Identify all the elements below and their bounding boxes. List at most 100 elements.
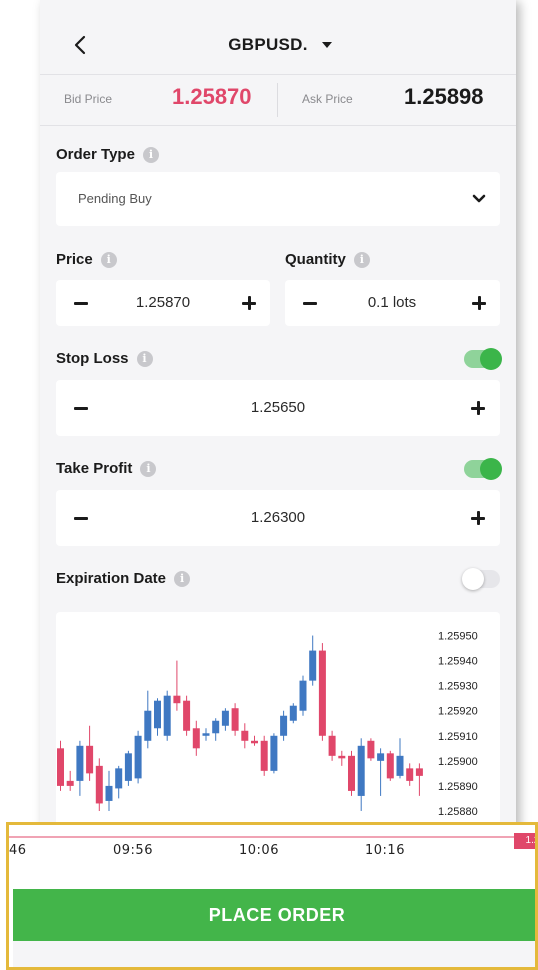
place-order-button[interactable]: PLACE ORDER [13, 889, 535, 941]
candle-body [163, 695, 171, 736]
quantity-label: Quantity [285, 251, 346, 268]
highlight-box: 46 09:56 10:06 10:16 1.25 PLACE ORDER [6, 822, 538, 970]
ask-price-label: Ask Price [302, 92, 353, 106]
stop-loss-label-row: Stop Loss i [56, 350, 153, 367]
divider [277, 83, 278, 117]
quantity-decrement-button[interactable] [303, 302, 317, 305]
price-stepper: 1.25870 [56, 280, 270, 326]
back-arrow-icon[interactable] [70, 30, 92, 60]
candle-body [76, 745, 84, 781]
stop-loss-value[interactable]: 1.25650 [206, 399, 350, 416]
candle [163, 690, 171, 741]
stop-loss-decrement-button[interactable] [74, 407, 88, 410]
candle [231, 703, 239, 736]
x-tick-label: 10:06 [239, 843, 279, 858]
take-profit-value[interactable]: 1.26300 [206, 509, 350, 526]
info-icon[interactable]: i [100, 251, 117, 268]
candle [251, 735, 258, 746]
candle-body [328, 735, 336, 756]
candle [173, 660, 181, 711]
price-label-row: Price i [56, 251, 117, 268]
x-tick-label: 10:16 [365, 843, 405, 858]
candle-body [241, 730, 249, 741]
candle-body [289, 705, 297, 721]
price-chart[interactable]: 1.25950 1.25940 1.25930 1.25920 1.25910 1.259… [56, 612, 500, 832]
candle [367, 738, 375, 761]
bid-price-value: 1.25870 [172, 84, 252, 109]
candle-body [357, 745, 365, 796]
candle [289, 703, 297, 724]
bid-price-label: Bid Price [64, 92, 113, 106]
price-label: Price [56, 251, 93, 268]
expiration-label: Expiration Date [56, 570, 167, 587]
candle-body [173, 695, 181, 704]
toggle-knob [480, 348, 502, 370]
candle-body [251, 740, 258, 744]
take-profit-increment-button[interactable] [471, 511, 485, 525]
y-tick-label: 1.25910 [438, 731, 478, 743]
take-profit-label: Take Profit [56, 460, 133, 477]
candle-body [202, 733, 210, 736]
symbol-selector[interactable]: GBPUSD. [190, 30, 370, 60]
candle [406, 763, 414, 786]
quantity-value[interactable]: 0.1 lots [335, 294, 449, 311]
stop-loss-increment-button[interactable] [471, 401, 485, 415]
info-icon[interactable]: i [142, 146, 159, 163]
candle-body [231, 708, 239, 731]
info-icon[interactable]: i [353, 251, 370, 268]
take-profit-stepper: 1.26300 [56, 490, 500, 546]
candle-body [66, 780, 74, 786]
take-profit-label-row: Take Profit i [56, 460, 157, 477]
candle-body [144, 710, 152, 741]
candle [221, 708, 229, 731]
candle [260, 735, 268, 776]
candle-body [183, 700, 191, 731]
stop-loss-toggle[interactable] [464, 348, 502, 370]
toggle-knob [462, 568, 484, 590]
candle-body [377, 753, 385, 761]
price-value[interactable]: 1.25870 [106, 294, 220, 311]
quantity-label-row: Quantity i [285, 251, 370, 268]
candle [318, 643, 326, 741]
price-increment-button[interactable] [242, 296, 256, 310]
price-decrement-button[interactable] [74, 302, 88, 305]
expiration-label-row: Expiration Date i [56, 570, 191, 587]
candle-body [299, 680, 307, 711]
candle [386, 750, 394, 781]
candle [348, 750, 355, 796]
candle [57, 740, 64, 791]
info-icon[interactable]: i [174, 570, 191, 587]
candle [183, 695, 191, 736]
y-tick-label: 1.25930 [438, 681, 478, 693]
candle [76, 740, 84, 796]
candle-body [260, 740, 268, 771]
take-profit-toggle[interactable] [464, 458, 502, 480]
info-icon[interactable]: i [140, 460, 157, 477]
candle-body [396, 755, 404, 776]
order-type-value: Pending Buy [78, 191, 152, 206]
candle-body [105, 785, 113, 801]
candle [270, 733, 278, 774]
y-tick-label: 1.25920 [438, 706, 478, 718]
ask-price-value: 1.25898 [404, 84, 484, 109]
info-icon[interactable]: i [136, 350, 153, 367]
expiration-toggle[interactable] [462, 568, 500, 590]
candle [154, 698, 161, 736]
candle-body [154, 700, 161, 729]
candle [377, 748, 385, 796]
candle-body [270, 735, 278, 771]
candle [415, 763, 423, 796]
quantity-stepper: 0.1 lots [285, 280, 500, 326]
quantity-increment-button[interactable] [472, 296, 486, 310]
order-type-label: Order Type [56, 146, 135, 163]
candle [95, 758, 103, 811]
current-price-tag: 1.25 [513, 833, 535, 849]
take-profit-decrement-button[interactable] [74, 517, 88, 520]
candle [86, 725, 94, 781]
candle-body [386, 753, 394, 779]
candle [115, 765, 123, 799]
candle-body [192, 728, 200, 749]
order-type-dropdown[interactable]: Pending Buy [56, 172, 500, 226]
candle [202, 728, 210, 741]
candle-body [86, 745, 94, 774]
